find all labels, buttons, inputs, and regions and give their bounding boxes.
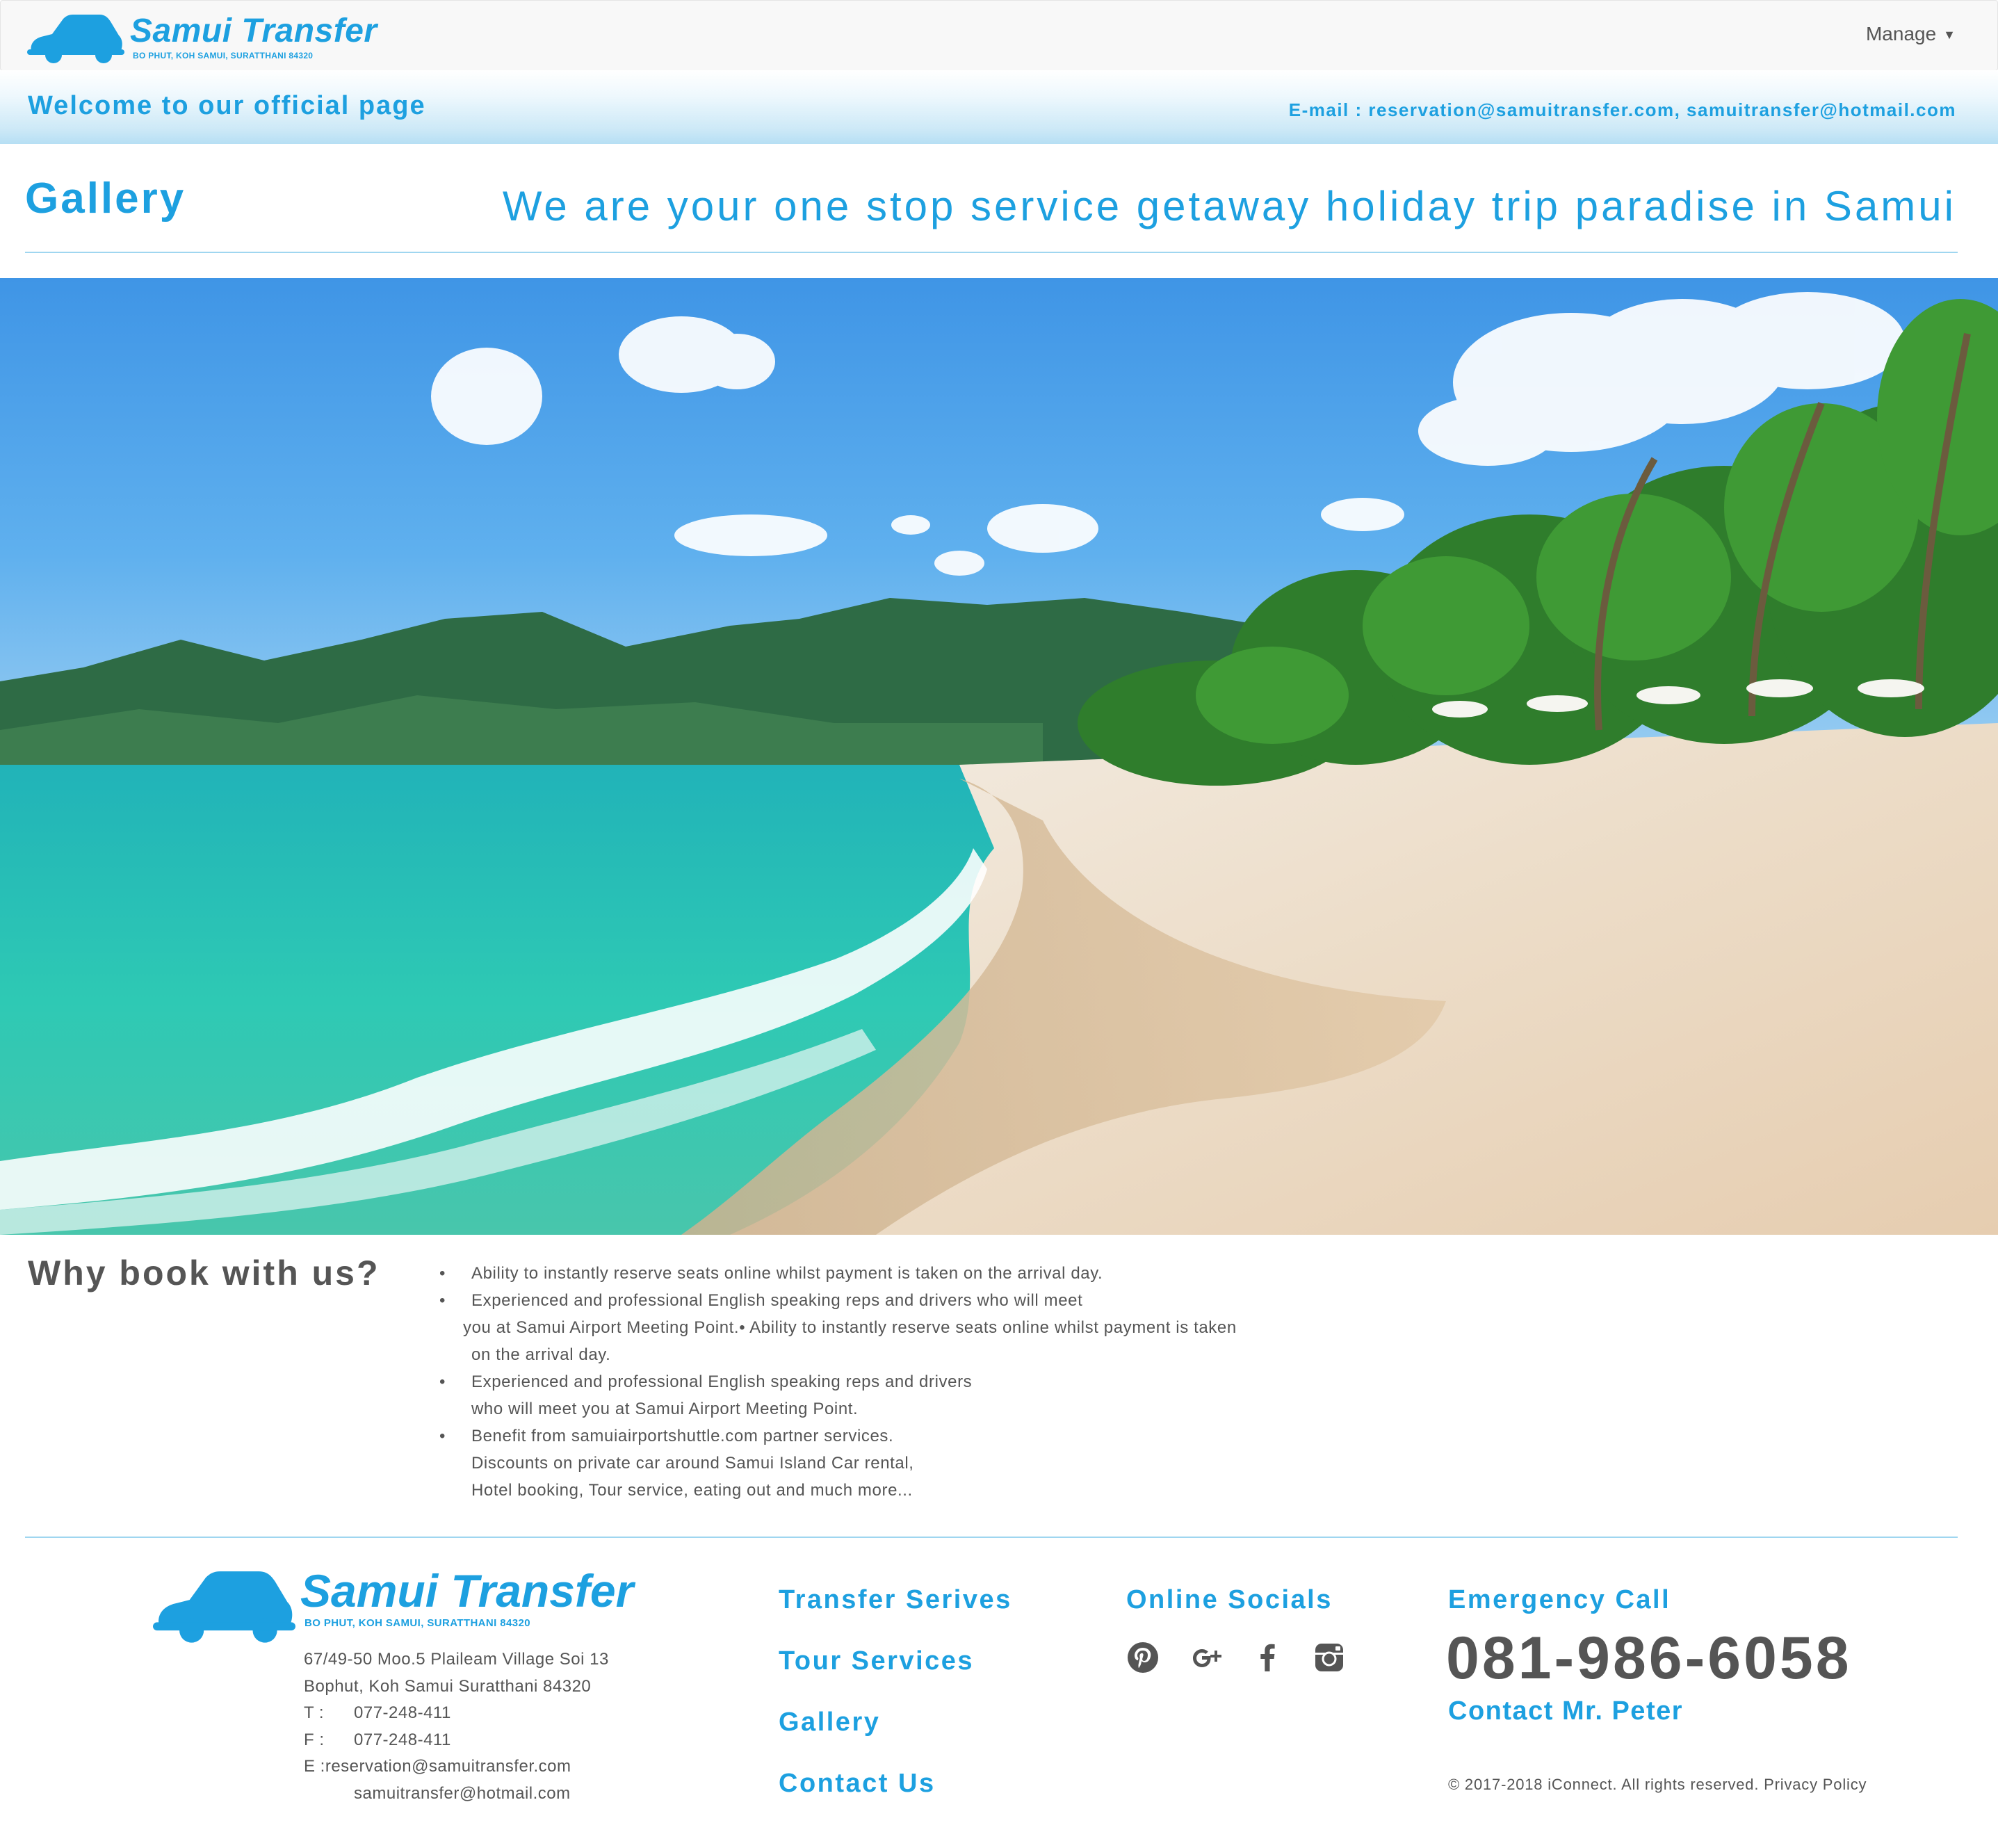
welcome-message: Welcome to our official page bbox=[28, 91, 426, 120]
list-item-continuation: you at Samui Airport Meeting Point.• Abi… bbox=[463, 1318, 1237, 1337]
caret-down-icon: ▼ bbox=[1943, 28, 1956, 42]
footer-contact-block: 67/49-50 Moo.5 Plaileam Village Soi 13 B… bbox=[304, 1646, 609, 1807]
pinterest-icon[interactable] bbox=[1126, 1641, 1160, 1674]
hero-beach-image bbox=[0, 278, 1998, 1235]
link-tour-services[interactable]: Tour Services bbox=[779, 1646, 1012, 1708]
welcome-bar: Welcome to our official page E-mail : re… bbox=[0, 70, 1998, 144]
google-plus-icon[interactable] bbox=[1190, 1641, 1224, 1674]
why-book-title: Why book with us? bbox=[28, 1254, 380, 1292]
email-link[interactable]: reservation@samuitransfer.com bbox=[325, 1757, 571, 1776]
copyright-text: © 2017-2018 iConnect. All rights reserve… bbox=[1448, 1776, 1867, 1793]
fax-line: F :077-248-411 bbox=[304, 1730, 451, 1749]
footer-brand-name: Samui Transfer bbox=[300, 1565, 634, 1616]
list-item-continuation: who will meet you at Samui Airport Meeti… bbox=[471, 1400, 859, 1418]
list-item: • Ability to instantly reserve seats onli… bbox=[439, 1264, 1103, 1283]
manage-label: Manage bbox=[1865, 23, 1937, 44]
list-item: • Experienced and professional English sp… bbox=[439, 1372, 973, 1391]
telephone-line: T :077-248-411 bbox=[304, 1703, 451, 1722]
page-title: Gallery bbox=[25, 175, 186, 222]
brand-logo[interactable]: Samui Transfer BO PHUT, KOH SAMUI, SURAT… bbox=[27, 9, 389, 65]
list-item: • Benefit from samuiairportshuttle.com pa… bbox=[439, 1427, 894, 1445]
list-item-continuation: Discounts on private car around Samui Is… bbox=[471, 1454, 914, 1473]
address-line: Bophut, Koh Samui Suratthani 84320 bbox=[304, 1676, 592, 1696]
online-socials-title: Online Socials bbox=[1126, 1585, 1333, 1614]
beach-scene-illustration bbox=[0, 278, 1998, 1235]
link-gallery[interactable]: Gallery bbox=[779, 1708, 1012, 1769]
instagram-icon[interactable] bbox=[1313, 1641, 1346, 1674]
manage-dropdown[interactable]: Manage ▼ bbox=[1866, 23, 1956, 45]
email-link[interactable]: samuitransfer@hotmail.com bbox=[304, 1781, 609, 1808]
list-item: • Experienced and professional English sp… bbox=[439, 1291, 1083, 1310]
facebook-icon[interactable] bbox=[1251, 1641, 1285, 1674]
top-navbar: Samui Transfer BO PHUT, KOH SAMUI, SURAT… bbox=[0, 0, 1998, 71]
page-tagline: We are your one stop service getaway hol… bbox=[502, 183, 1956, 229]
brand-address: BO PHUT, KOH SAMUI, SURATTHANI 84320 bbox=[133, 51, 314, 60]
footer-brand-logo[interactable]: Samui Transfer BO PHUT, KOH SAMUI, SURAT… bbox=[153, 1559, 695, 1649]
footer-nav-links: Transfer Serives Tour Services Gallery C… bbox=[779, 1585, 1012, 1830]
contact-email-line[interactable]: E-mail : reservation@samuitransfer.com, … bbox=[1289, 99, 1956, 121]
car-logo-icon bbox=[153, 1571, 295, 1643]
brand-name: Samui Transfer bbox=[130, 13, 377, 49]
emergency-phone-number[interactable]: 081-986-6058 bbox=[1446, 1624, 1852, 1693]
emergency-call-title: Emergency Call bbox=[1448, 1585, 1671, 1614]
address-line: 67/49-50 Moo.5 Plaileam Village Soi 13 bbox=[304, 1650, 609, 1669]
list-item-continuation: on the arrival day. bbox=[471, 1345, 611, 1364]
contact-person: Contact Mr. Peter bbox=[1448, 1696, 1684, 1726]
link-transfer-services[interactable]: Transfer Serives bbox=[779, 1585, 1012, 1646]
car-logo-icon bbox=[27, 15, 124, 63]
why-book-list: • Ability to instantly reserve seats onli… bbox=[438, 1260, 1342, 1504]
link-contact-us[interactable]: Contact Us bbox=[779, 1769, 1012, 1830]
footer-brand-address: BO PHUT, KOH SAMUI, SURATTHANI 84320 bbox=[304, 1617, 530, 1629]
header-divider bbox=[25, 252, 1958, 253]
list-item-continuation: Hotel booking, Tour service, eating out … bbox=[471, 1481, 913, 1500]
footer-divider bbox=[25, 1537, 1958, 1538]
email-line: E :reservation@samuitransfer.com bbox=[304, 1757, 571, 1776]
